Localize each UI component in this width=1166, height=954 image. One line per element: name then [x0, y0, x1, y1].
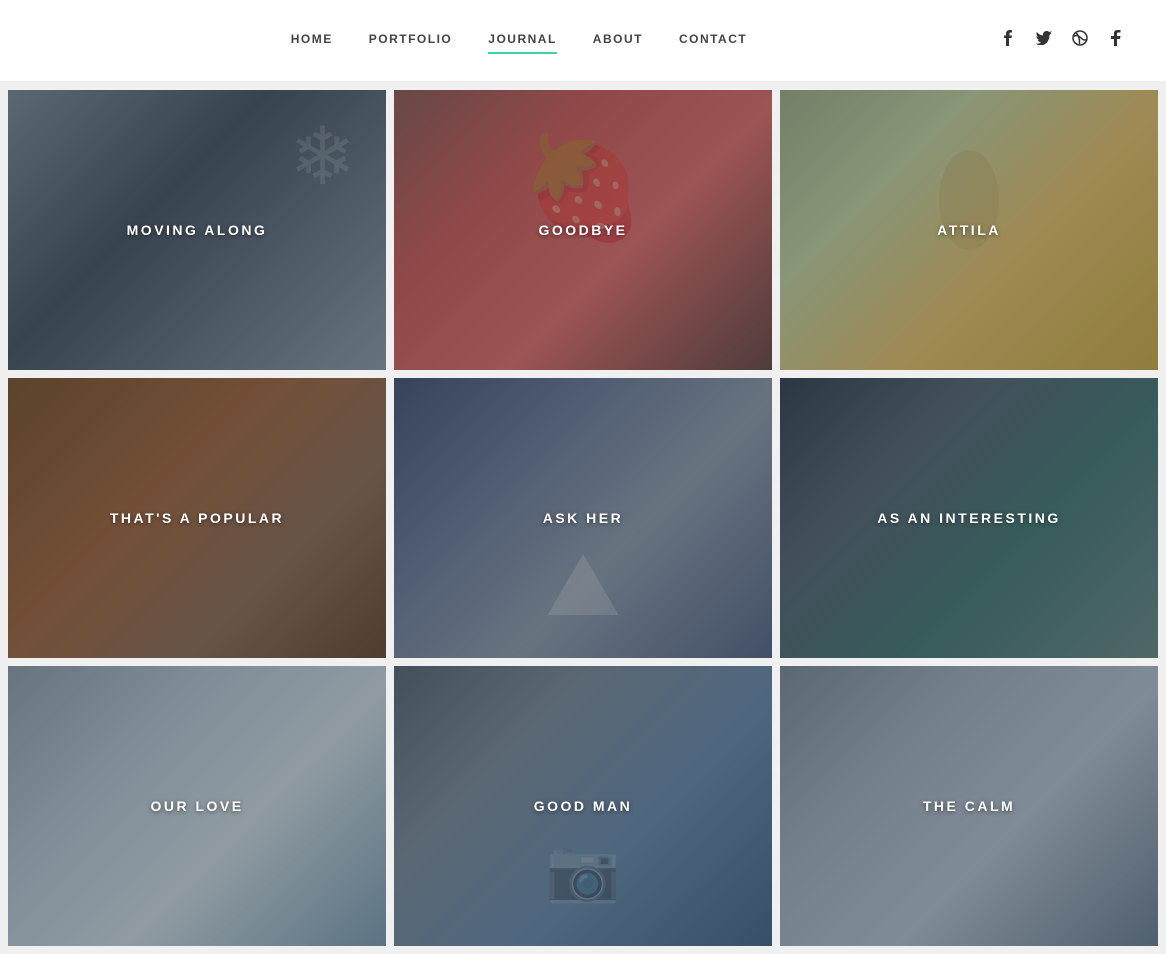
grid-item-6[interactable]: AS AN INTERESTING — [780, 378, 1158, 658]
nav-item-home[interactable]: HOME — [291, 32, 333, 50]
grid-item-title: MOVING ALONG — [127, 222, 268, 238]
grid-item-overlay: ATTILA — [780, 90, 1158, 370]
journal-grid: MOVING ALONG GOODBYE ATTILA THAT'S A POPULA… — [0, 82, 1166, 954]
grid-item-title: GOOD MAN — [534, 798, 633, 814]
grid-item-title: OUR LOVE — [150, 798, 243, 814]
nav-item-about[interactable]: ABOUT — [593, 32, 643, 50]
grid-item-3[interactable]: ATTILA — [780, 90, 1158, 370]
grid-item-title: AS AN INTERESTING — [877, 510, 1061, 526]
grid-item-overlay: THAT'S A POPULAR — [8, 378, 386, 658]
grid-item-overlay: GOOD MAN — [394, 666, 772, 946]
grid-item-overlay: MOVING ALONG — [8, 90, 386, 370]
grid-container: MOVING ALONG GOODBYE ATTILA THAT'S A POPULA… — [0, 82, 1166, 954]
grid-item-5[interactable]: ASK HER — [394, 378, 772, 658]
grid-item-overlay: OUR LOVE — [8, 666, 386, 946]
grid-item-overlay: GOODBYE — [394, 90, 772, 370]
grid-item-title: THE CALM — [923, 798, 1015, 814]
nav-item-contact[interactable]: CONTACT — [679, 32, 747, 50]
grid-item-title: THAT'S A POPULAR — [110, 510, 284, 526]
grid-item-overlay: ASK HER — [394, 378, 772, 658]
grid-item-title: GOODBYE — [538, 222, 627, 238]
grid-item-7[interactable]: OUR LOVE — [8, 666, 386, 946]
dribbble-icon-btn[interactable] — [1070, 30, 1090, 51]
facebook-icon[interactable] — [998, 30, 1018, 51]
site-header: HOME PORTFOLIO JOURNAL ABOUT CONTACT — [0, 0, 1166, 82]
grid-item-title: ATTILA — [937, 222, 1001, 238]
grid-item-overlay: AS AN INTERESTING — [780, 378, 1158, 658]
tumblr-icon[interactable] — [1106, 30, 1126, 51]
nav-item-journal[interactable]: JOURNAL — [488, 32, 557, 50]
grid-item-1[interactable]: MOVING ALONG — [8, 90, 386, 370]
nav-item-portfolio[interactable]: PORTFOLIO — [369, 32, 453, 50]
grid-item-9[interactable]: THE CALM — [780, 666, 1158, 946]
twitter-icon[interactable] — [1034, 31, 1054, 50]
social-icons-container — [998, 30, 1126, 51]
grid-item-title: ASK HER — [543, 510, 624, 526]
grid-item-4[interactable]: THAT'S A POPULAR — [8, 378, 386, 658]
main-nav: HOME PORTFOLIO JOURNAL ABOUT CONTACT — [291, 32, 747, 50]
grid-item-2[interactable]: GOODBYE — [394, 90, 772, 370]
grid-item-8[interactable]: GOOD MAN — [394, 666, 772, 946]
grid-item-overlay: THE CALM — [780, 666, 1158, 946]
